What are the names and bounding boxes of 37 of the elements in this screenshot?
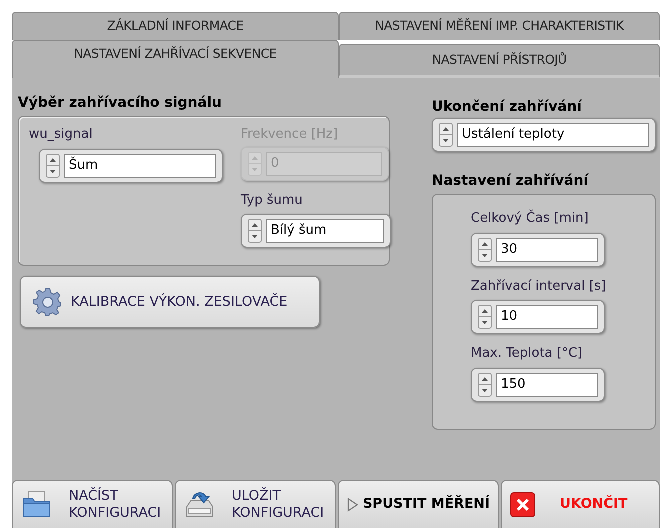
value-field: 0 — [266, 152, 382, 176]
value-field: 150 — [496, 372, 598, 396]
ring-control[interactable]: 150 — [471, 368, 605, 402]
tab[interactable]: NASTAVENÍ MĚŘENÍ IMP. CHARAKTERISTIK — [339, 12, 660, 40]
close-icon — [510, 492, 536, 518]
ring-control[interactable]: 30 — [471, 232, 605, 266]
spin-arrows-icon[interactable] — [478, 305, 492, 329]
calibrate-button[interactable]: KALIBRACE VÝKON. ZESILOVAČE — [20, 276, 320, 328]
toolbar-button[interactable]: SPUSTIT MĚŘENÍ — [338, 480, 499, 528]
value-field: 10 — [496, 305, 598, 329]
control-label: Max. Teplota [°C] — [471, 345, 584, 363]
toolbar-button[interactable]: NAČÍST KONFIGURACI — [12, 480, 173, 528]
control-label: Zahřívací interval [s] — [471, 278, 608, 296]
value-field: Šum — [64, 154, 216, 178]
ring-control[interactable]: Šum — [39, 148, 223, 182]
group-title: Nastavení zahřívání — [432, 174, 590, 188]
tab[interactable]: NASTAVENÍ ZAHŘÍVACÍ SEKVENCE — [12, 40, 339, 78]
toolbar-button[interactable]: ULOŽIT KONFIGURACI — [175, 480, 336, 528]
spin-arrows-icon[interactable] — [248, 219, 262, 243]
control-label: wu_signal — [29, 126, 94, 144]
group-title: Výběr zahřívacího signálu — [18, 96, 223, 110]
group-title: Ukončení zahřívání — [432, 100, 584, 114]
value-field: 30 — [496, 238, 598, 262]
spin-arrows-icon[interactable] — [46, 154, 60, 178]
control-label: Typ šumu — [241, 192, 304, 210]
control-label: Celkový Čas [min] — [471, 209, 590, 228]
tab[interactable]: NASTAVENÍ PŘÍSTROJŮ — [339, 44, 660, 78]
spin-arrows-icon[interactable] — [478, 238, 492, 262]
tab[interactable]: ZÁKLADNÍ INFORMACE — [12, 12, 339, 40]
value-field: Ustálení teploty — [457, 123, 649, 147]
spin-arrows-icon[interactable] — [478, 372, 492, 396]
ring-control[interactable]: Bílý šum — [241, 214, 391, 248]
gear-icon — [33, 287, 63, 317]
value-field: Bílý šum — [266, 219, 384, 243]
spin-arrows-icon[interactable] — [439, 123, 453, 147]
ring-control[interactable]: Ustálení teploty — [432, 118, 656, 152]
ring-control[interactable]: 10 — [471, 300, 605, 334]
